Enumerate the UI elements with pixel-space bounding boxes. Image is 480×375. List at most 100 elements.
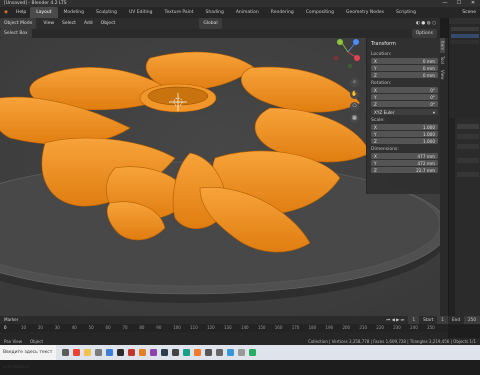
timeline-tick-label: 180 [308,325,317,330]
blender-logo-icon[interactable]: ◉ [0,7,12,18]
blender-taskbar-icon[interactable] [194,349,201,356]
status-object: Object [29,339,44,344]
app-icon[interactable] [150,349,157,356]
camera-icon[interactable]: ⎔ [350,102,359,111]
tab-modeling[interactable]: Modeling [58,7,90,18]
viewport-header: Object Mode View Select Add Object Globa… [0,18,440,29]
tab-rendering[interactable]: Rendering [265,7,300,18]
timeline-tick-label: 110 [190,325,198,330]
menu-marker[interactable]: Marker [0,316,22,324]
timeline-tick-label: 40 [71,325,77,330]
scale-x-field[interactable]: X 1.000 [371,124,438,130]
timeline-tick-label: 30 [54,325,60,330]
tab-view[interactable]: View [440,67,445,83]
menu-help[interactable]: Help [12,7,30,18]
tab-layout[interactable]: Layout [30,7,58,18]
rotation-y-field[interactable]: Y 0° [371,94,438,100]
location-y-field[interactable]: Y0 mm [371,65,438,71]
timeline-header: Marker ⏮ ◀ ▶ ⏭ 1 Start 1 End 250 [0,316,480,324]
dimensions-z-field[interactable]: Z 22.7 mm [371,167,438,173]
select-box-tool[interactable]: Select Box [0,29,32,38]
task-view-icon[interactable] [62,349,69,356]
tab-shading[interactable]: Shading [200,7,230,18]
start-label: Start [423,317,434,322]
app-icon[interactable] [106,349,113,356]
close-button[interactable]: ✕ [466,0,480,7]
options-dropdown[interactable]: Options [411,29,437,38]
app-icon[interactable] [139,349,146,356]
scale-y-field[interactable]: Y 1.000 [371,131,438,137]
timeline-tick-label: 230 [393,325,401,330]
timeline-tick-label: 10 [20,325,27,330]
tab-compositing[interactable]: Compositing [300,7,340,18]
end-label: End [452,317,460,322]
timeline-tick-label: 170 [291,325,300,330]
menu-bar: ◉ Help Layout Modeling Sculpting UV Edit… [0,7,480,18]
app-icon[interactable] [249,349,256,356]
app-icon[interactable] [238,349,245,356]
rotation-z-field[interactable]: Z 0° [371,101,438,107]
tab-tool[interactable]: Tool [440,53,445,67]
location-x-field[interactable]: X0 mm [371,58,438,64]
transform-orientation-dropdown[interactable]: Global [199,18,222,29]
start-frame-field[interactable]: 1 [437,316,449,324]
end-frame-field[interactable]: 250 [464,316,480,324]
timeline-tick-label: 50 [88,325,94,330]
rotation-x-field[interactable]: X 0° [371,87,438,93]
taskbar-search-input[interactable]: Введите здесь текст для поиска [0,345,56,370]
timeline-tick-label: 70 [122,325,128,330]
app-icon[interactable] [117,349,124,356]
properties-editor[interactable] [448,118,480,316]
rotation-label: Rotation: [371,81,392,86]
app-icon[interactable] [161,349,168,356]
sidebar-transform-panel: Transform Location: X0 mm Y0 mm Z0 mm Ro… [366,38,441,194]
tab-geometry-nodes[interactable]: Geometry Nodes [340,7,390,18]
menu-view[interactable]: View [39,18,58,29]
explorer-icon[interactable] [84,349,91,356]
app-icon[interactable] [205,349,212,356]
app-icon[interactable] [183,349,190,356]
pan-hand-icon[interactable]: ✋ [350,90,359,99]
app-icon[interactable] [172,349,179,356]
timeline-tick-label: 210 [359,325,368,330]
tab-texture-paint[interactable]: Texture Paint [159,7,200,18]
location-label: Location: [371,52,392,57]
window-controls: — ☐ ✕ [438,0,480,7]
dimensions-x-field[interactable]: X 477 mm [371,153,438,159]
app-icon[interactable] [216,349,223,356]
tab-animation[interactable]: Animation [230,7,265,18]
zoom-icon[interactable]: ⌕ [350,78,359,87]
scene-selector[interactable]: Scene [458,7,480,18]
app-icon[interactable] [128,349,135,356]
viewport-tool-header: Select Box Options [0,29,440,38]
rotation-mode-dropdown[interactable]: XYZ Euler ▾ [371,109,438,115]
tab-uv-editing[interactable]: UV Editing [123,7,158,18]
settings-icon[interactable] [95,349,102,356]
playback-controls[interactable]: ⏮ ◀ ▶ ⏭ [382,316,408,324]
outliner[interactable] [448,18,480,118]
tab-sculpting[interactable]: Sculpting [90,7,123,18]
transform-panel-title[interactable]: Transform [367,38,441,50]
menu-add[interactable]: Add [80,18,97,29]
chrome-icon[interactable] [73,349,80,356]
timeline-tick-label: 60 [105,325,111,330]
dimensions-label: Dimensions: [371,147,399,152]
app-icon[interactable] [227,349,234,356]
current-frame-field[interactable]: 1 [408,316,420,324]
mode-selector[interactable]: Object Mode [0,18,37,29]
timeline-tick-label: 220 [376,325,384,330]
minimize-button[interactable]: — [438,0,452,7]
viewport-shading-icons[interactable]: ◐ ● ◍ ○ [412,18,440,29]
timeline-tick-label: 240 [410,325,418,330]
dimensions-y-field[interactable]: Y 472 mm [371,160,438,166]
menu-select[interactable]: Select [58,18,80,29]
grid-icon[interactable]: ▦ [350,114,359,123]
tab-scripting[interactable]: Scripting [390,7,422,18]
menu-object[interactable]: Object [97,18,120,29]
maximize-button[interactable]: ☐ [452,0,466,7]
timeline-tick-label: 200 [342,325,351,330]
location-z-field[interactable]: Z0 mm [371,72,438,78]
timeline-ruler[interactable]: 0 10 20 30 40 50 60 70 80 90 100 110 120 130 140 150 160… [0,324,448,332]
tab-item[interactable]: Item [440,38,445,54]
scale-z-field[interactable]: Z 1.000 [371,138,438,144]
